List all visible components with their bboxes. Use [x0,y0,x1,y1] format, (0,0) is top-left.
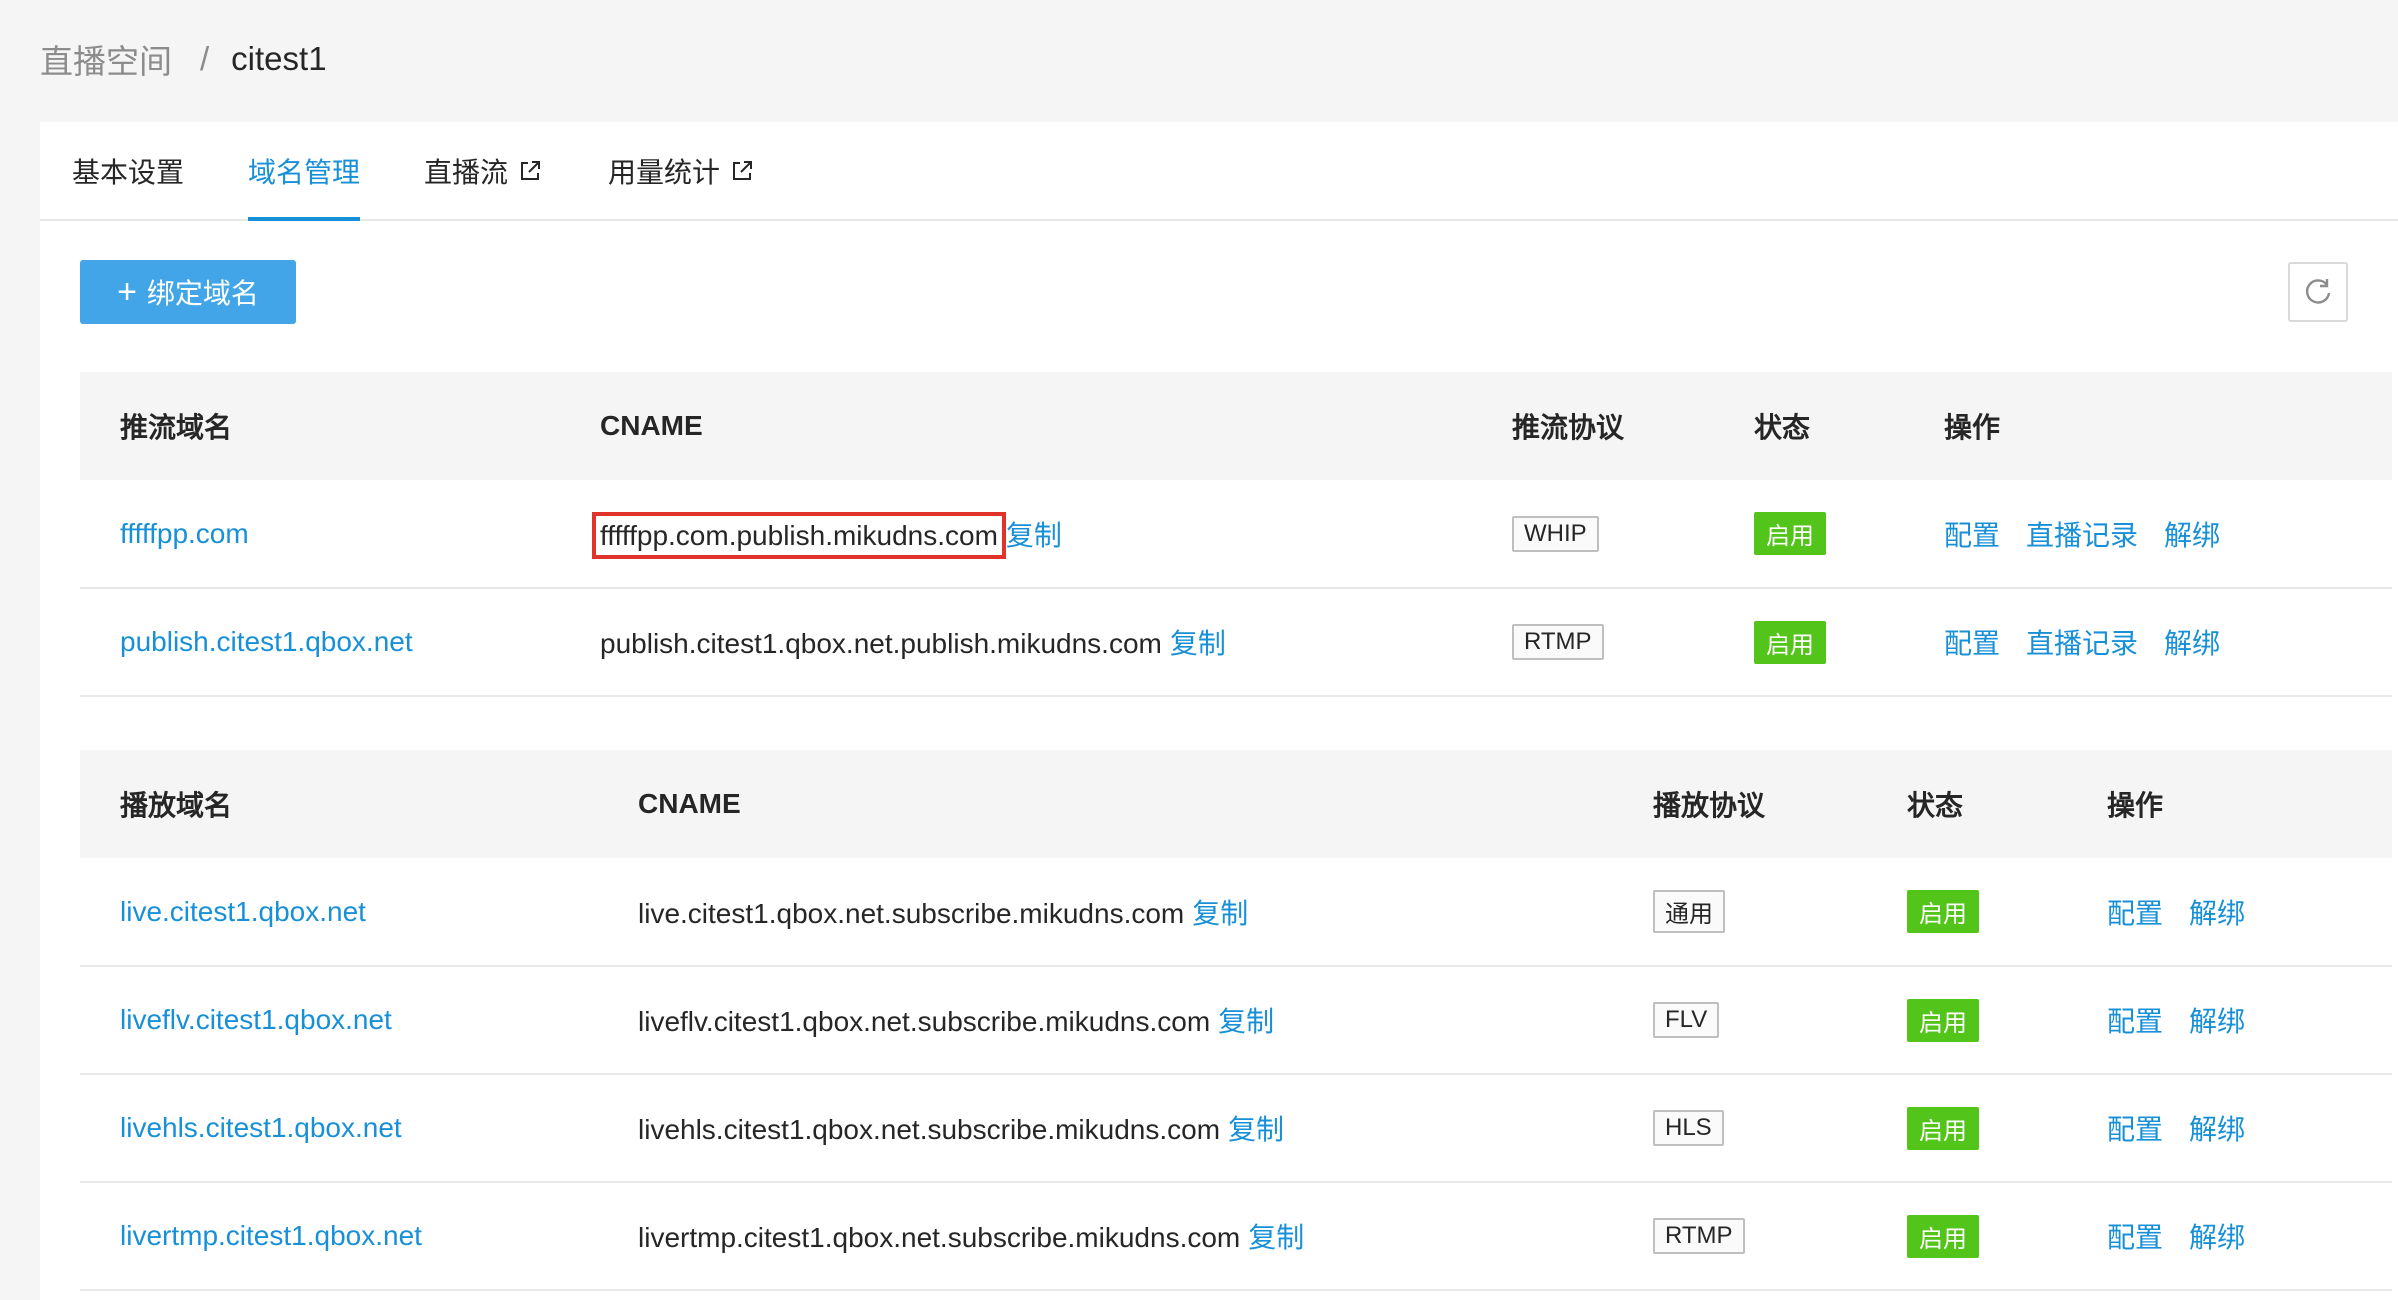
table-row: livehls.citest1.qbox.net livehls.citest1… [80,1074,2392,1183]
breadcrumb-separator: / [200,40,210,77]
status-badge: 启用 [1907,1214,1979,1258]
unbind-link[interactable]: 解绑 [2189,1222,2245,1253]
protocol-badge: RTMP [1512,624,1604,660]
tab-label: 用量统计 [608,156,721,188]
status-badge: 启用 [1907,1106,1979,1150]
configure-link[interactable]: 配置 [1944,628,2000,659]
table-row: liveflv.citest1.qbox.net liveflv.citest1… [80,966,2392,1075]
copy-link[interactable]: 复制 [1228,1114,1284,1145]
header-cname: CNAME [598,750,1613,858]
unbind-link[interactable]: 解绑 [2189,1114,2245,1145]
configure-link[interactable]: 配置 [2107,1222,2163,1253]
configure-link[interactable]: 配置 [2107,1114,2163,1145]
tab-usage-stats[interactable]: 用量统计 [608,122,754,219]
copy-link[interactable]: 复制 [1218,1006,1274,1037]
header-cname: CNAME [560,372,1472,480]
breadcrumb-current: citest1 [231,40,327,77]
unbind-link[interactable]: 解绑 [2164,628,2220,659]
header-publish-protocol: 推流协议 [1472,372,1714,480]
tab-label: 基本设置 [72,156,185,188]
domain-link[interactable]: live.citest1.qbox.net [120,896,366,927]
protocol-badge: WHIP [1512,515,1599,552]
header-play-domain: 播放域名 [80,750,598,858]
domain-link[interactable]: fffffpp.com [120,518,249,549]
domain-link[interactable]: publish.citest1.qbox.net [120,626,413,657]
header-status: 状态 [1867,750,2067,858]
copy-link[interactable]: 复制 [1170,628,1226,659]
header-actions: 操作 [1904,372,2392,480]
status-badge: 启用 [1907,890,1979,933]
refresh-button[interactable] [2288,262,2348,322]
cname-value: liveflv.citest1.qbox.net.subscribe.mikud… [638,1006,1211,1037]
tab-basic-settings[interactable]: 基本设置 [72,122,184,219]
unbind-link[interactable]: 解绑 [2164,520,2220,551]
external-link-icon [730,159,754,183]
protocol-badge: 通用 [1653,890,1725,933]
live-records-link[interactable]: 直播记录 [2026,628,2138,659]
cname-value: publish.citest1.qbox.net.publish.mikudns… [600,628,1162,659]
main-card: 基本设置 域名管理 直播流 用量统计 + 绑定域名 推流域名 CNAME 推流协… [40,122,2398,1300]
breadcrumb-parent[interactable]: 直播空间 [40,35,172,83]
status-badge: 启用 [1754,512,1826,555]
table-header-row: 播放域名 CNAME 播放协议 状态 操作 [80,750,2392,858]
header-status: 状态 [1714,372,1904,480]
cname-value: livertmp.citest1.qbox.net.subscribe.miku… [638,1222,1241,1253]
tab-bar: 基本设置 域名管理 直播流 用量统计 [40,122,2398,221]
copy-link[interactable]: 复制 [1248,1222,1304,1253]
play-domain-table: 播放域名 CNAME 播放协议 状态 操作 live.citest1.qbox.… [80,750,2392,1291]
table-row: livertmp.citest1.qbox.net livertmp.cites… [80,1182,2392,1291]
publish-domain-table: 推流域名 CNAME 推流协议 状态 操作 fffffpp.com fffffp… [80,372,2392,697]
bind-domain-label: 绑定域名 [146,278,259,309]
protocol-badge: HLS [1653,1110,1724,1146]
protocol-badge: RTMP [1653,1218,1745,1254]
cname-value-highlighted: fffffpp.com.publish.mikudns.com [592,511,1006,559]
breadcrumb: 直播空间 / citest1 [40,34,327,84]
header-actions: 操作 [2067,750,2392,858]
domain-link[interactable]: livertmp.citest1.qbox.net [120,1220,422,1251]
tab-live-streams[interactable]: 直播流 [424,122,542,219]
plus-icon: + [117,273,137,311]
header-play-protocol: 播放协议 [1613,750,1867,858]
status-badge: 启用 [1907,998,1979,1042]
domain-link[interactable]: livehls.citest1.qbox.net [120,1112,402,1143]
live-records-link[interactable]: 直播记录 [2026,520,2138,551]
table-row: publish.citest1.qbox.net publish.citest1… [80,588,2392,697]
table-header-row: 推流域名 CNAME 推流协议 状态 操作 [80,372,2392,480]
tab-domain-management[interactable]: 域名管理 [218,122,390,221]
unbind-link[interactable]: 解绑 [2189,1006,2245,1037]
domain-link[interactable]: liveflv.citest1.qbox.net [120,1004,392,1035]
bind-domain-button[interactable]: + 绑定域名 [80,260,296,324]
configure-link[interactable]: 配置 [2107,898,2163,929]
configure-link[interactable]: 配置 [2107,1006,2163,1037]
protocol-badge: FLV [1653,1002,1720,1038]
cname-value: livehls.citest1.qbox.net.subscribe.mikud… [638,1114,1221,1145]
table-row: fffffpp.com fffffpp.com.publish.mikudns.… [80,480,2392,589]
copy-link[interactable]: 复制 [1192,898,1248,929]
unbind-link[interactable]: 解绑 [2189,898,2245,929]
cname-value: live.citest1.qbox.net.subscribe.mikudns.… [638,897,1185,929]
external-link-icon [518,159,542,183]
copy-link[interactable]: 复制 [1006,520,1062,551]
header-publish-domain: 推流域名 [80,372,560,480]
tab-label: 域名管理 [248,156,361,188]
configure-link[interactable]: 配置 [1944,520,2000,551]
tab-label: 直播流 [424,156,509,188]
table-row: live.citest1.qbox.net live.citest1.qbox.… [80,858,2392,967]
refresh-icon [2303,276,2333,309]
status-badge: 启用 [1754,620,1826,664]
